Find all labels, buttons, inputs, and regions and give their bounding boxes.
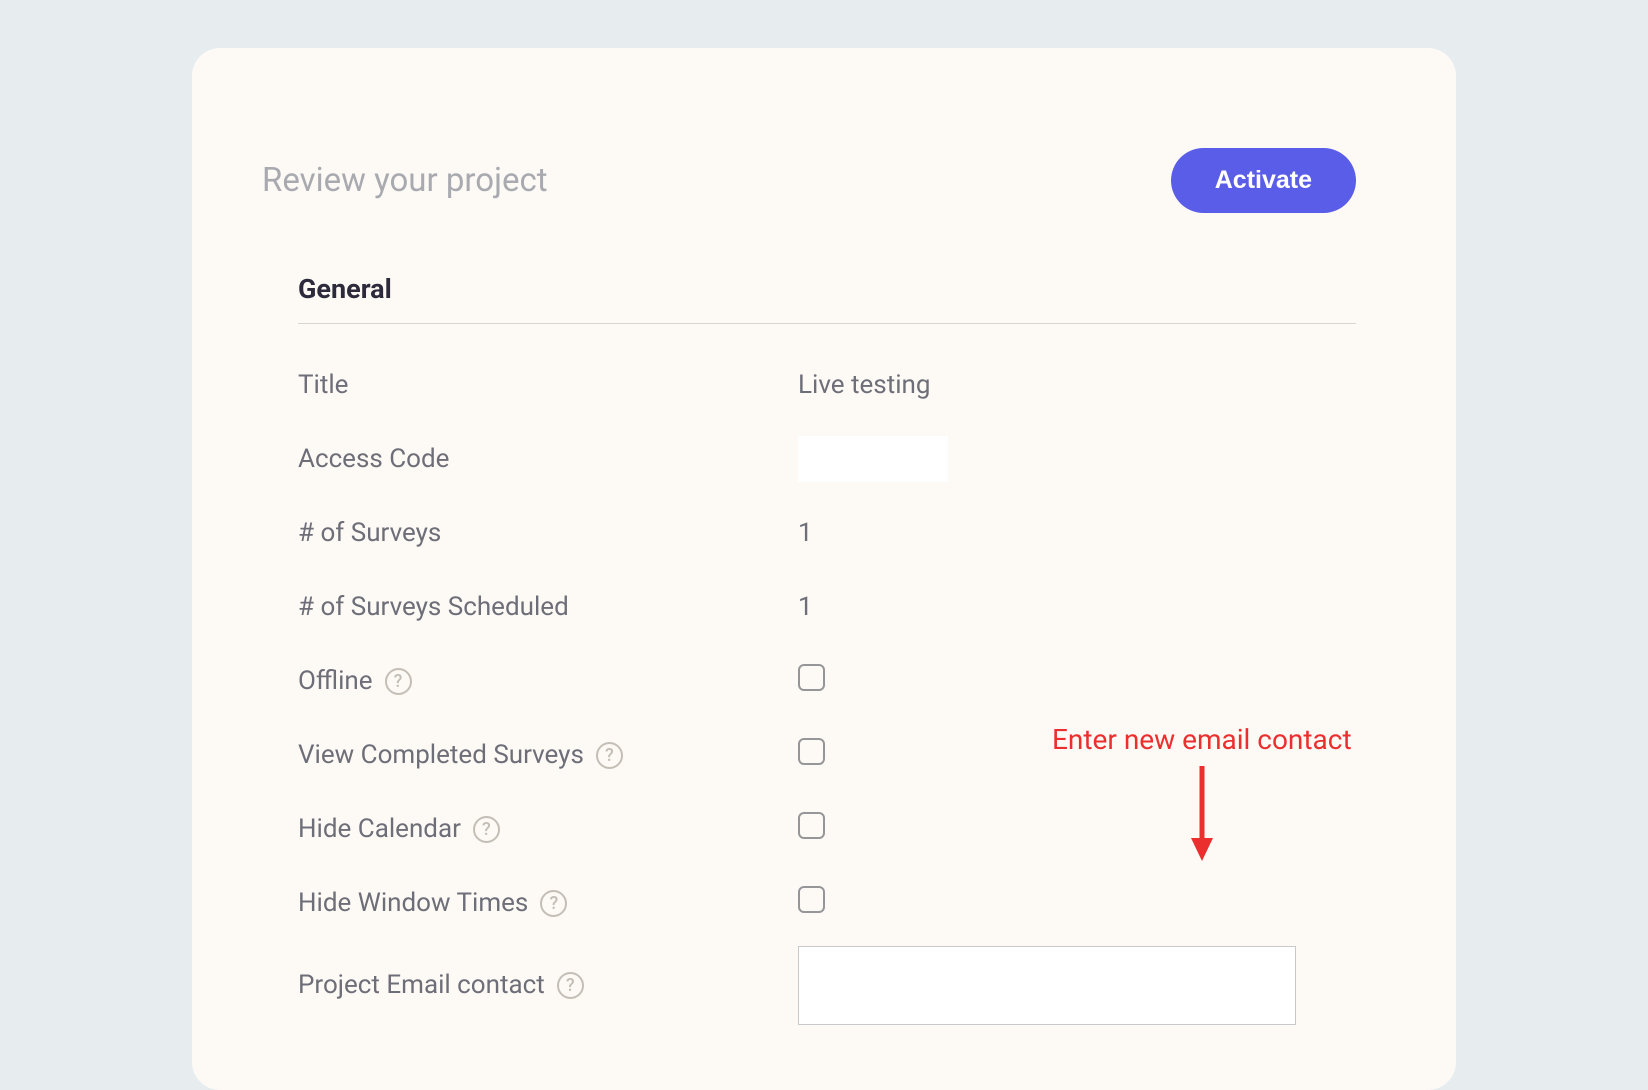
label-hide-window-times: Hide Window Times <box>298 888 528 918</box>
help-icon[interactable]: ? <box>557 972 584 999</box>
project-email-input[interactable] <box>798 946 1296 1025</box>
row-num-scheduled: # of Surveys Scheduled 1 <box>298 570 1356 644</box>
label-offline: Offline <box>298 666 373 696</box>
page-title: Review your project <box>262 161 548 200</box>
value-num-surveys: 1 <box>798 518 813 548</box>
help-icon[interactable]: ? <box>540 890 567 917</box>
row-access-code: Access Code <box>298 422 1356 496</box>
value-num-scheduled: 1 <box>798 592 813 622</box>
row-hide-calendar: Hide Calendar ? <box>298 792 1356 866</box>
settings-card: Review your project Activate General Tit… <box>192 48 1456 1090</box>
general-section: General Title Live testing Access Code #… <box>262 273 1356 1030</box>
label-title: Title <box>298 370 348 400</box>
activate-button[interactable]: Activate <box>1171 148 1356 213</box>
label-access-code: Access Code <box>298 444 449 474</box>
value-title: Live testing <box>798 370 931 400</box>
row-project-email: Project Email contact ? <box>298 940 1356 1030</box>
card-header: Review your project Activate <box>262 128 1356 213</box>
label-num-scheduled: # of Surveys Scheduled <box>298 592 569 622</box>
label-project-email: Project Email contact <box>298 970 545 1000</box>
help-icon[interactable]: ? <box>596 742 623 769</box>
row-title: Title Live testing <box>298 348 1356 422</box>
help-icon[interactable]: ? <box>473 816 500 843</box>
access-code-value-box <box>798 436 948 482</box>
section-title-general: General <box>298 273 1356 324</box>
row-hide-window-times: Hide Window Times ? <box>298 866 1356 940</box>
checkbox-hide-calendar[interactable] <box>798 812 825 839</box>
row-offline: Offline ? <box>298 644 1356 718</box>
checkbox-offline[interactable] <box>798 664 825 691</box>
help-icon[interactable]: ? <box>385 668 412 695</box>
row-view-completed: View Completed Surveys ? <box>298 718 1356 792</box>
label-num-surveys: # of Surveys <box>298 518 441 548</box>
row-num-surveys: # of Surveys 1 <box>298 496 1356 570</box>
label-view-completed: View Completed Surveys <box>298 740 584 770</box>
checkbox-view-completed[interactable] <box>798 738 825 765</box>
label-hide-calendar: Hide Calendar <box>298 814 461 844</box>
checkbox-hide-window-times[interactable] <box>798 886 825 913</box>
